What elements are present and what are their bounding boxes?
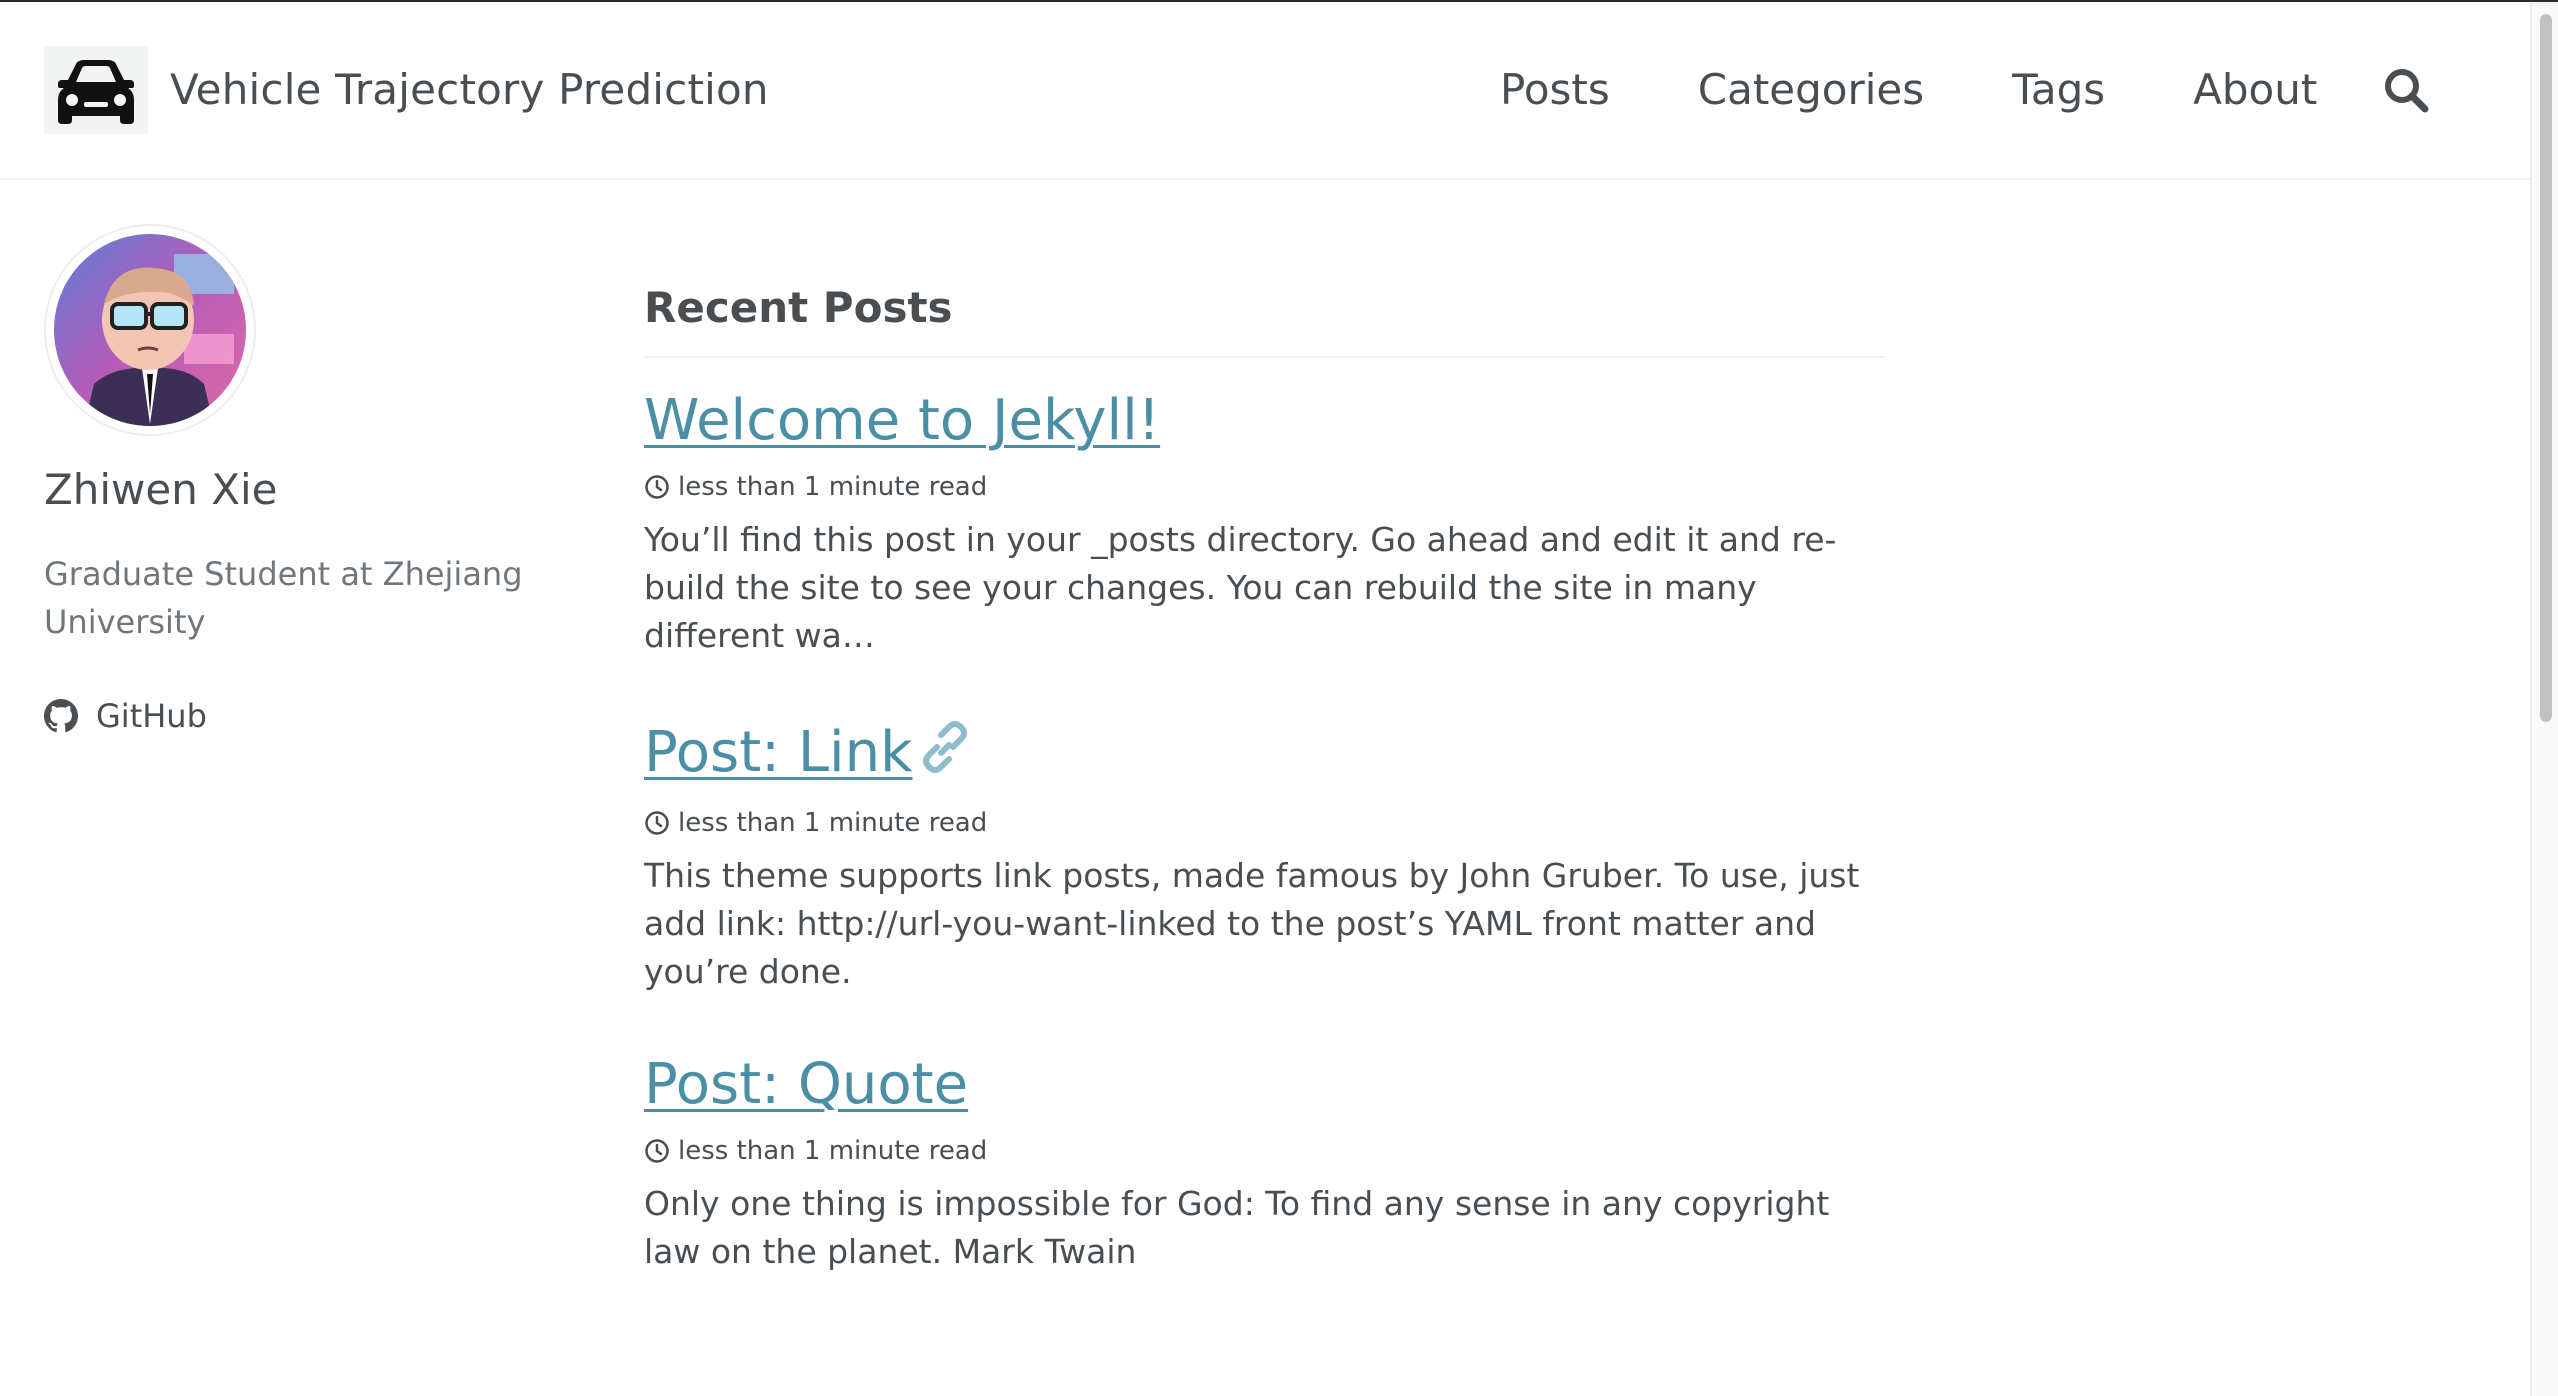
avatar-image xyxy=(54,234,246,426)
page-scrollbar[interactable] xyxy=(2530,2,2558,1396)
site-title[interactable]: Vehicle Trajectory Prediction xyxy=(170,64,769,116)
github-icon xyxy=(44,699,78,733)
nav-tags[interactable]: Tags xyxy=(2012,64,2105,116)
main-nav: Posts Categories Tags About xyxy=(1500,64,2317,116)
author-name: Zhiwen Xie xyxy=(44,465,278,514)
post-excerpt: This theme supports link posts, made fam… xyxy=(644,856,1860,992)
post-title-link[interactable]: Post: Quote xyxy=(644,1050,968,1120)
read-time: less than 1 minute read xyxy=(644,1134,1886,1168)
post-title-text: Post: Link xyxy=(644,720,913,785)
nav-categories[interactable]: Categories xyxy=(1698,64,1924,116)
scrollbar-thumb[interactable] xyxy=(2540,14,2552,722)
clock-icon xyxy=(644,810,670,836)
masthead: Vehicle Trajectory Prediction Posts Cate… xyxy=(0,2,2530,180)
main-content: Recent Posts Welcome to Jekyll! less tha… xyxy=(644,280,1886,1271)
author-bio: Graduate Student at Zhejiang University xyxy=(44,555,523,641)
post-item: Post: Quote less than 1 minute read Only… xyxy=(644,1050,1886,1276)
author-avatar xyxy=(44,224,256,436)
github-label: GitHub xyxy=(96,697,207,735)
search-button[interactable] xyxy=(2380,64,2432,116)
clock-icon xyxy=(644,474,670,500)
nav-about[interactable]: About xyxy=(2193,64,2317,116)
github-link[interactable]: GitHub xyxy=(44,692,207,740)
post-item: Welcome to Jekyll! less than 1 minute re… xyxy=(644,386,1886,660)
post-excerpt: Only one thing is impossible for God: To… xyxy=(644,1184,1830,1271)
post-title-link[interactable]: Post: Link xyxy=(644,718,975,792)
post-excerpt: You’ll find this post in your _posts dir… xyxy=(644,520,1837,655)
read-time-label: less than 1 minute read xyxy=(678,1136,988,1166)
site-logo-link[interactable] xyxy=(44,46,148,134)
section-title: Recent Posts xyxy=(644,280,1886,358)
search-icon xyxy=(2385,69,2429,113)
car-icon xyxy=(58,60,134,124)
read-time-label: less than 1 minute read xyxy=(678,808,988,839)
post-title-link[interactable]: Welcome to Jekyll! xyxy=(644,386,1160,456)
post-item: Post: Link less than 1 minute read This … xyxy=(644,718,1886,996)
nav-posts[interactable]: Posts xyxy=(1500,64,1610,116)
link-icon xyxy=(915,719,975,792)
read-time-label: less than 1 minute read xyxy=(678,472,988,502)
clock-icon xyxy=(644,1138,670,1164)
read-time: less than 1 minute read xyxy=(644,470,1886,504)
read-time: less than 1 minute read xyxy=(644,806,1886,840)
